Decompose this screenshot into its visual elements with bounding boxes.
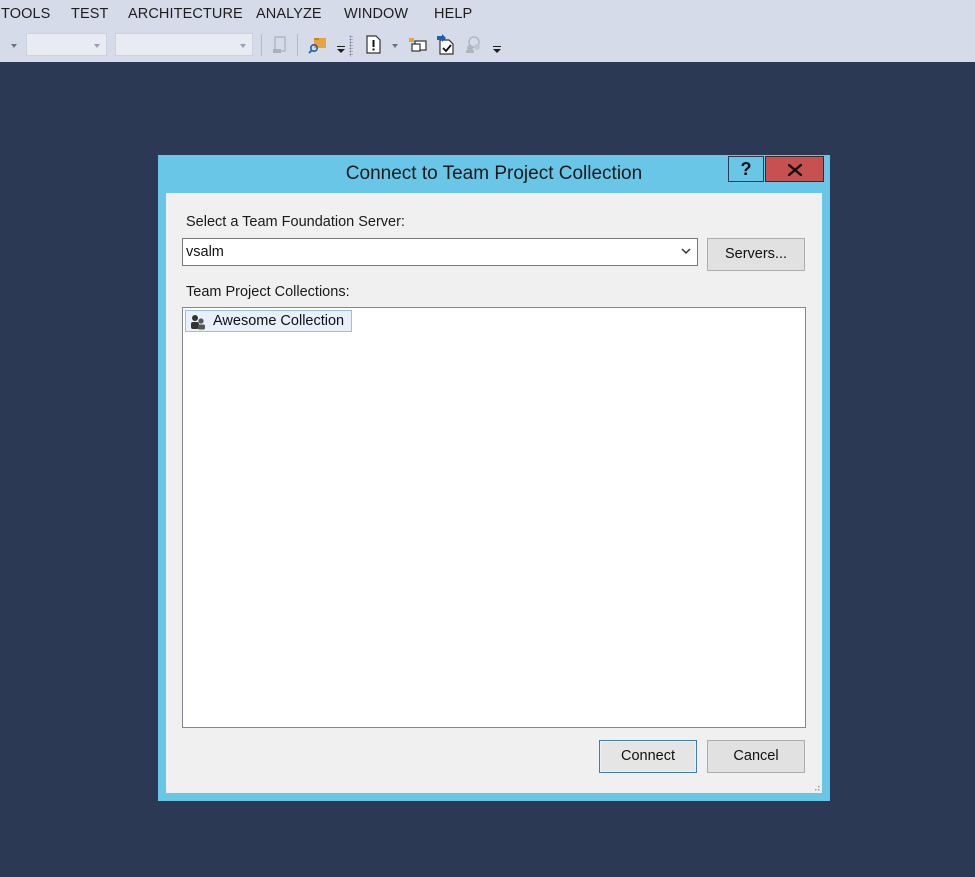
dropdown-arrow-icon[interactable] (392, 44, 398, 48)
team-collection-icon (191, 315, 205, 330)
dialog-titlebar[interactable]: Connect to Team Project Collection ? (158, 155, 830, 193)
chevron-down-icon (240, 44, 246, 48)
toolbar-grip[interactable] (349, 35, 353, 57)
collections-list[interactable]: Awesome Collection (182, 307, 806, 728)
overflow-icon[interactable] (493, 46, 501, 54)
toolbar-separator (297, 34, 298, 56)
new-item-icon[interactable] (272, 35, 288, 55)
servers-button[interactable]: Servers... (707, 238, 805, 271)
menu-window[interactable]: WINDOW (344, 6, 408, 22)
server-select-value: vsalm (186, 244, 224, 260)
solution-platform-combo[interactable] (115, 33, 253, 56)
menu-test[interactable]: TEST (71, 6, 108, 22)
collections-label: Team Project Collections: (186, 284, 350, 300)
cancel-button[interactable]: Cancel (707, 740, 805, 773)
new-bug-icon[interactable] (365, 35, 383, 55)
connect-dialog: Connect to Team Project Collection ? Sel… (158, 155, 830, 801)
menu-help[interactable]: HELP (434, 6, 472, 22)
overflow-icon[interactable] (337, 46, 345, 54)
close-button[interactable] (765, 156, 824, 182)
help-button[interactable]: ? (728, 156, 764, 182)
toolbar-separator (261, 34, 262, 56)
dialog-body: Select a Team Foundation Server: vsalm S… (166, 193, 822, 793)
close-icon (786, 163, 803, 177)
chevron-down-icon (681, 248, 691, 255)
dropdown-arrow-icon[interactable] (11, 44, 17, 48)
connect-button[interactable]: Connect (599, 740, 697, 773)
list-item-collection[interactable]: Awesome Collection (185, 310, 352, 332)
chevron-down-icon (94, 44, 100, 48)
server-select[interactable]: vsalm (182, 238, 698, 266)
toolbar (0, 30, 975, 62)
server-label: Select a Team Foundation Server: (186, 214, 405, 230)
attach-icon[interactable] (408, 36, 428, 54)
check-in-icon[interactable] (436, 34, 456, 56)
menu-architecture[interactable]: ARCHITECTURE (128, 6, 243, 22)
solution-config-combo[interactable] (26, 33, 107, 56)
resize-grip-icon[interactable] (812, 783, 820, 791)
folder-search-icon[interactable] (308, 36, 328, 54)
team-explorer-icon[interactable] (464, 36, 484, 54)
menu-analyze[interactable]: ANALYZE (256, 6, 322, 22)
ide-chrome: TOOLS TEST ARCHITECTURE ANALYZE WINDOW H… (0, 0, 975, 62)
collection-name: Awesome Collection (213, 313, 345, 329)
menu-tools[interactable]: TOOLS (1, 6, 50, 22)
menu-bar: TOOLS TEST ARCHITECTURE ANALYZE WINDOW H… (0, 0, 975, 30)
